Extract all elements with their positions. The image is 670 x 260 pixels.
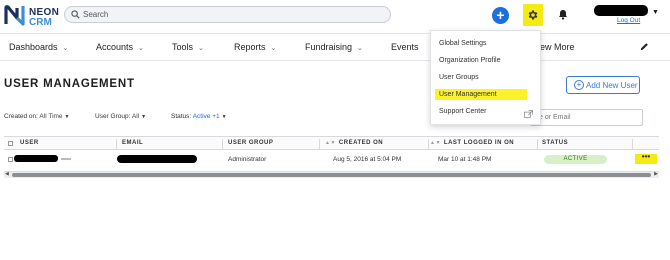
settings-button[interactable] [523, 4, 543, 26]
column-header-user-group[interactable]: USER GROUP [228, 140, 273, 146]
menu-item-user-groups[interactable]: User Groups [439, 74, 479, 81]
column-label: CREATED ON [338, 140, 384, 146]
nav-label: Dashboards [9, 42, 58, 52]
cell-created-on: Aug 5, 2016 at 5:04 PM [333, 156, 402, 163]
quick-add-button[interactable]: + [492, 7, 509, 24]
filter-label: User Group: [95, 113, 131, 120]
top-bar: NEON CRM Search + ▼ Log Out [0, 0, 670, 32]
select-all-checkbox[interactable] [8, 141, 13, 146]
scrollbar-thumb[interactable] [12, 173, 651, 177]
gear-icon [528, 10, 538, 20]
caret-down-icon: ▼ [64, 114, 70, 120]
cell-user-group: Administrator [228, 156, 267, 163]
nav-label: Accounts [96, 42, 134, 52]
nav-item-fundraising[interactable]: Fundraising ⌄ [305, 42, 363, 52]
main-navigation: Dashboards ⌄ Accounts ⌄ Tools ⌄ Reports ⌄ Fu… [0, 33, 670, 61]
chevron-down-icon: ⌄ [62, 45, 69, 52]
nav-item-accounts[interactable]: Accounts ⌄ [96, 42, 144, 52]
column-divider [632, 139, 633, 149]
nav-label: Fundraising [305, 42, 353, 52]
column-divider [319, 139, 320, 149]
add-new-user-label: Add New User [586, 81, 638, 90]
search-icon [71, 10, 80, 19]
sort-icon: ▲▼ [430, 140, 441, 146]
column-header-created-on[interactable]: ▲▼ CREATED ON [325, 140, 383, 146]
scroll-left-arrow-icon[interactable]: ◀ [5, 171, 9, 177]
column-label: LAST LOGGED IN ON [443, 140, 515, 146]
cell-last-logged-in: Mar 10 at 1:48 PM [438, 156, 492, 163]
filter-value: Active +1 [192, 113, 220, 120]
filter-label: Status: [171, 113, 192, 120]
chevron-down-icon: ⌄ [270, 45, 277, 52]
logo-text-crm: CRM [29, 17, 52, 28]
search-placeholder: Search [83, 10, 109, 19]
neon-logo-icon [4, 5, 25, 26]
user-search-input[interactable]: e or Email [530, 109, 643, 126]
row-actions-button[interactable]: ••• [635, 153, 657, 164]
user-menu-caret-icon[interactable]: ▼ [652, 9, 659, 16]
scroll-right-arrow-icon[interactable]: ▶ [654, 171, 658, 177]
user-name-redacted-tail [61, 158, 71, 160]
settings-dropdown-menu: Global Settings Organization Profile Use… [430, 30, 541, 125]
column-header-last-logged-in[interactable]: ▲▼ LAST LOGGED IN ON [430, 140, 514, 146]
add-new-user-button[interactable]: + Add New User [566, 76, 640, 94]
column-header-user[interactable]: USER [20, 140, 39, 146]
chevron-down-icon: ⌄ [198, 45, 204, 52]
menu-item-support-center[interactable]: Support Center [439, 108, 486, 115]
column-divider [537, 139, 538, 149]
caret-down-icon: ▼ [221, 114, 227, 120]
nav-item-new-more[interactable]: ew More [540, 42, 575, 52]
filter-created-on[interactable]: Created on: All Time ▼ [4, 113, 70, 120]
nav-label: Events [391, 42, 419, 52]
horizontal-scrollbar[interactable]: ◀ ▶ [4, 171, 659, 178]
table-header: USER EMAIL USER GROUP ▲▼ CREATED ON ▲▼ LAS… [4, 136, 659, 150]
neon-crm-logo[interactable]: NEON CRM [4, 4, 62, 28]
page-title: USER MANAGEMENT [4, 78, 135, 90]
menu-item-global-settings[interactable]: Global Settings [439, 40, 486, 47]
caret-down-icon: ▼ [141, 114, 147, 120]
external-link-icon [524, 110, 533, 118]
menu-item-organization-profile[interactable]: Organization Profile [439, 57, 500, 64]
column-divider [428, 139, 429, 149]
sort-icon: ▲▼ [325, 140, 336, 146]
nav-item-events[interactable]: Events [391, 42, 419, 52]
table-row[interactable]: Administrator Aug 5, 2016 at 5:04 PM Mar… [4, 150, 659, 170]
nav-item-tools[interactable]: Tools ⌄ [172, 42, 204, 52]
row-checkbox[interactable] [8, 157, 13, 162]
user-name-redacted[interactable] [594, 5, 648, 16]
nav-item-dashboards[interactable]: Dashboards ⌄ [9, 42, 68, 52]
column-divider [116, 139, 117, 149]
filter-label: Created on: [4, 113, 38, 120]
nav-label: ew More [540, 42, 575, 52]
chevron-down-icon: ⌄ [357, 45, 363, 52]
user-name-redacted [14, 155, 58, 162]
user-search-placeholder: e or Email [539, 114, 571, 121]
logout-link[interactable]: Log Out [617, 17, 640, 24]
filter-value: All Time [39, 113, 63, 120]
edit-pencil-icon[interactable] [640, 42, 649, 51]
column-divider [222, 139, 223, 149]
filter-status[interactable]: Status: Active +1 ▼ [171, 113, 227, 120]
menu-item-user-management[interactable]: User Management [439, 91, 497, 98]
filter-value: All [131, 113, 140, 120]
column-header-status[interactable]: STATUS [542, 140, 568, 146]
email-redacted [117, 155, 197, 163]
plus-circle-icon: + [574, 80, 584, 90]
nav-item-reports[interactable]: Reports ⌄ [234, 42, 276, 52]
chevron-down-icon: ⌄ [138, 45, 144, 52]
global-search-input[interactable]: Search [64, 6, 391, 23]
nav-label: Tools [172, 42, 194, 52]
status-badge: ACTIVE [544, 155, 607, 164]
column-header-email[interactable]: EMAIL [122, 140, 143, 146]
users-table: USER EMAIL USER GROUP ▲▼ CREATED ON ▲▼ LAS… [4, 136, 659, 170]
filter-user-group[interactable]: User Group: All ▼ [95, 113, 146, 120]
nav-label: Reports [234, 42, 266, 52]
notifications-bell-icon[interactable] [558, 9, 568, 20]
